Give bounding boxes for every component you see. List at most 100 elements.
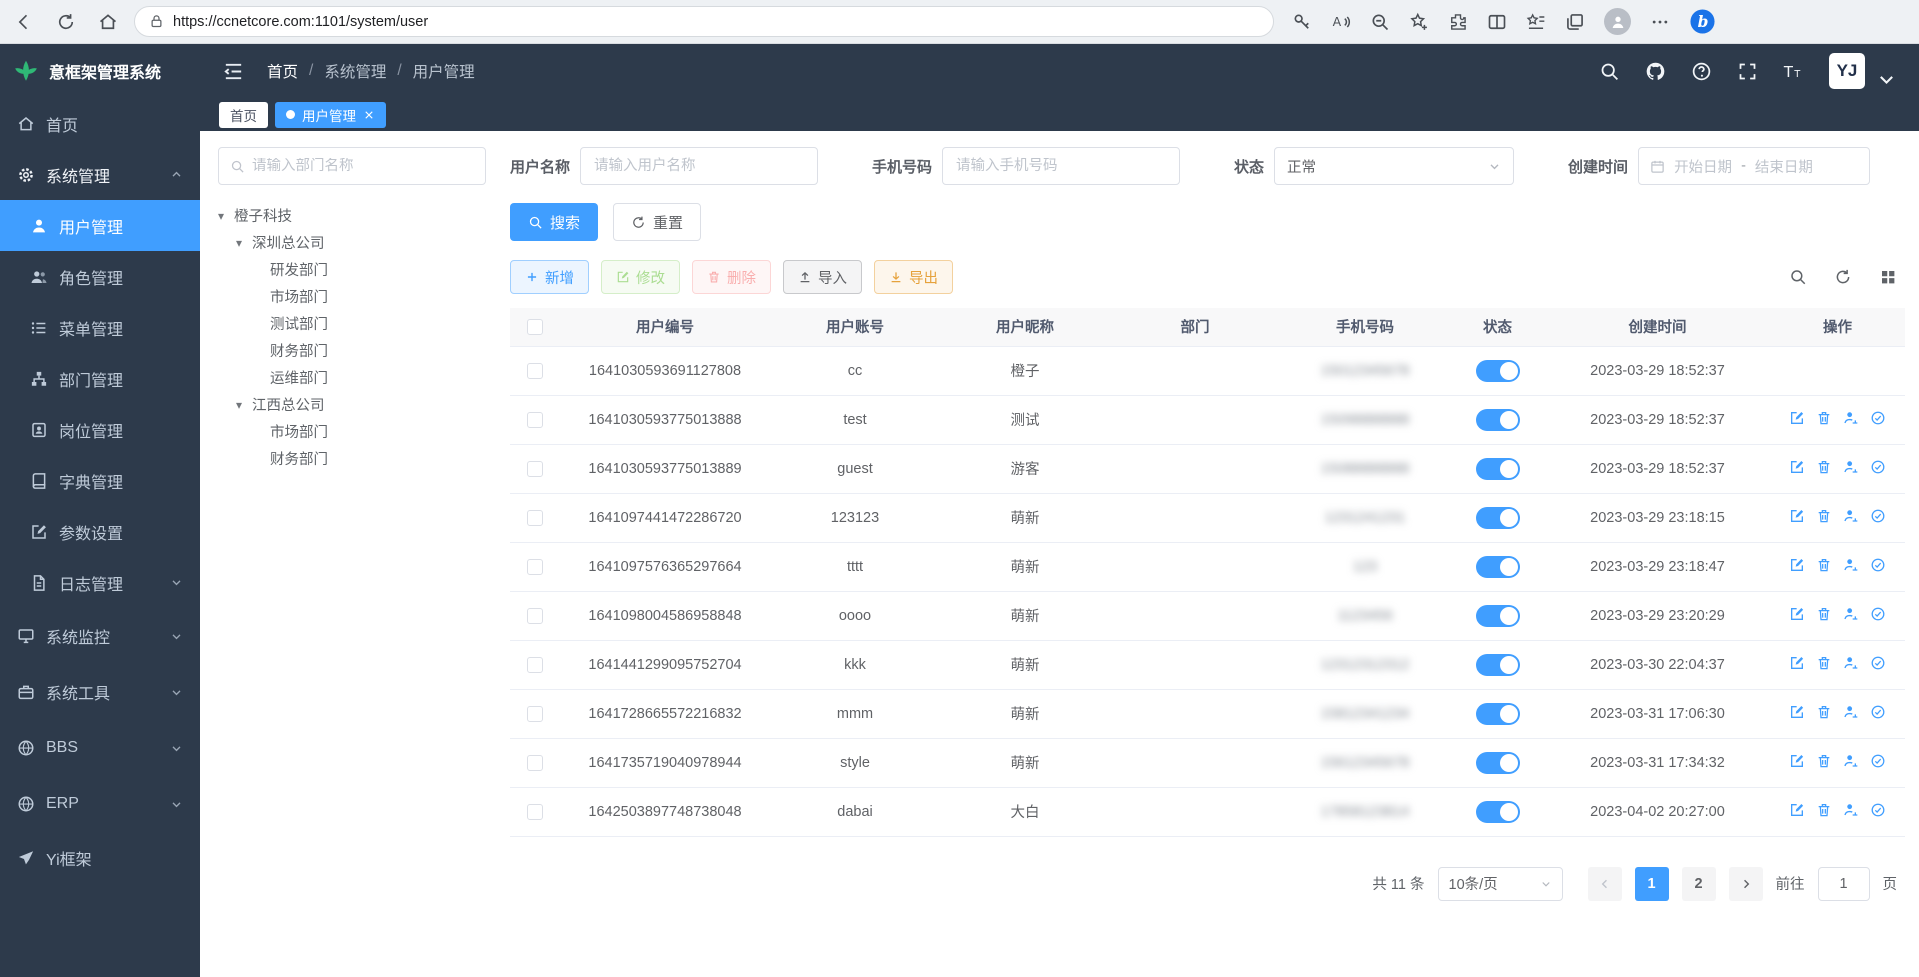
delete-row-button[interactable] <box>1816 753 1832 769</box>
edit-row-button[interactable] <box>1789 704 1805 720</box>
reset-password-button[interactable] <box>1843 557 1859 573</box>
delete-row-button[interactable] <box>1816 606 1832 622</box>
sidebar-item-yi[interactable]: Yi框架 <box>0 832 200 883</box>
table-search-icon[interactable] <box>1789 268 1807 286</box>
edit-row-button[interactable] <box>1789 753 1805 769</box>
select-all-checkbox[interactable] <box>527 319 543 335</box>
delete-row-button[interactable] <box>1816 410 1832 426</box>
sidebar-item-dept[interactable]: 部门管理 <box>0 353 200 404</box>
tree-node[interactable]: ▾财务部门 <box>218 337 486 364</box>
sidebar-item-menu[interactable]: 菜单管理 <box>0 302 200 353</box>
row-checkbox[interactable] <box>527 706 543 722</box>
reset-password-button[interactable] <box>1843 704 1859 720</box>
header-search-icon[interactable] <box>1599 61 1620 82</box>
browser-menu-dots-icon[interactable] <box>1650 12 1670 32</box>
sidebar-item-dict[interactable]: 字典管理 <box>0 455 200 506</box>
status-toggle[interactable] <box>1476 556 1520 578</box>
read-aloud-icon[interactable] <box>1331 12 1351 32</box>
sidebar-item-bbs[interactable]: BBS <box>0 720 200 776</box>
row-checkbox[interactable] <box>527 755 543 771</box>
status-toggle[interactable] <box>1476 654 1520 676</box>
status-toggle[interactable] <box>1476 507 1520 529</box>
prev-page-button[interactable] <box>1588 867 1622 901</box>
edit-row-button[interactable] <box>1789 802 1805 818</box>
favorite-add-icon[interactable] <box>1409 12 1429 32</box>
row-checkbox[interactable] <box>527 657 543 673</box>
reset-password-button[interactable] <box>1843 753 1859 769</box>
app-logo[interactable]: 意框架管理系统 <box>0 44 200 98</box>
date-range-picker[interactable]: 开始日期 - 结束日期 <box>1638 147 1870 185</box>
export-button[interactable]: 导出 <box>874 260 953 294</box>
delete-row-button[interactable] <box>1816 557 1832 573</box>
next-page-button[interactable] <box>1729 867 1763 901</box>
username-input[interactable] <box>580 147 818 185</box>
tree-caret-icon[interactable]: ▾ <box>236 236 252 250</box>
reset-password-button[interactable] <box>1843 802 1859 818</box>
reset-password-button[interactable] <box>1843 459 1859 475</box>
row-checkbox[interactable] <box>527 510 543 526</box>
sidebar-item-monitor[interactable]: 系统监控 <box>0 608 200 664</box>
tree-node[interactable]: ▾深圳总公司 <box>218 229 486 256</box>
font-size-icon[interactable] <box>1783 61 1804 82</box>
assign-role-button[interactable] <box>1870 410 1886 426</box>
sidebar-item-role[interactable]: 角色管理 <box>0 251 200 302</box>
phone-input[interactable] <box>942 147 1180 185</box>
edit-row-button[interactable] <box>1789 459 1805 475</box>
status-toggle[interactable] <box>1476 752 1520 774</box>
edit-row-button[interactable] <box>1789 606 1805 622</box>
user-avatar[interactable]: YJ <box>1829 53 1865 89</box>
browser-home-icon[interactable] <box>98 12 118 32</box>
split-screen-icon[interactable] <box>1487 12 1507 32</box>
modify-button[interactable]: 修改 <box>601 260 680 294</box>
row-checkbox[interactable] <box>527 608 543 624</box>
browser-back-icon[interactable] <box>14 12 34 32</box>
table-refresh-icon[interactable] <box>1834 268 1852 286</box>
assign-role-button[interactable] <box>1870 655 1886 671</box>
delete-row-button[interactable] <box>1816 459 1832 475</box>
row-checkbox[interactable] <box>527 461 543 477</box>
edit-row-button[interactable] <box>1789 508 1805 524</box>
bing-chat-button[interactable] <box>1689 8 1716 35</box>
edit-row-button[interactable] <box>1789 655 1805 671</box>
zoom-icon[interactable] <box>1370 12 1390 32</box>
delete-row-button[interactable] <box>1816 508 1832 524</box>
sidebar-item-tools[interactable]: 系统工具 <box>0 664 200 720</box>
sidebar-item-user[interactable]: 用户管理 <box>0 200 200 251</box>
fullscreen-icon[interactable] <box>1737 61 1758 82</box>
page-size-select[interactable]: 10条/页 <box>1438 867 1563 901</box>
tree-node[interactable]: ▾市场部门 <box>218 418 486 445</box>
tree-caret-icon[interactable]: ▾ <box>236 398 252 412</box>
sidebar-item-param[interactable]: 参数设置 <box>0 506 200 557</box>
breadcrumb-system[interactable]: 系统管理 <box>324 60 386 82</box>
page-button-1[interactable]: 1 <box>1635 867 1669 901</box>
reset-button[interactable]: 重置 <box>613 203 701 241</box>
tree-node[interactable]: ▾测试部门 <box>218 310 486 337</box>
row-checkbox[interactable] <box>527 804 543 820</box>
tab-user-management[interactable]: 用户管理 <box>275 102 386 128</box>
edit-row-button[interactable] <box>1789 410 1805 426</box>
github-icon[interactable] <box>1645 61 1666 82</box>
assign-role-button[interactable] <box>1870 606 1886 622</box>
delete-button[interactable]: 删除 <box>692 260 771 294</box>
search-button[interactable]: 搜索 <box>510 203 598 241</box>
add-button[interactable]: 新增 <box>510 260 589 294</box>
status-toggle[interactable] <box>1476 801 1520 823</box>
row-checkbox[interactable] <box>527 412 543 428</box>
assign-role-button[interactable] <box>1870 802 1886 818</box>
tab-close-icon[interactable] <box>363 109 375 121</box>
breadcrumb-home[interactable]: 首页 <box>267 60 298 82</box>
assign-role-button[interactable] <box>1870 704 1886 720</box>
import-button[interactable]: 导入 <box>783 260 862 294</box>
dept-search-input[interactable] <box>252 158 474 174</box>
collections-icon[interactable] <box>1565 12 1585 32</box>
delete-row-button[interactable] <box>1816 704 1832 720</box>
status-toggle[interactable] <box>1476 458 1520 480</box>
reset-password-button[interactable] <box>1843 606 1859 622</box>
tree-node[interactable]: ▾市场部门 <box>218 283 486 310</box>
browser-profile-avatar[interactable] <box>1604 8 1631 35</box>
reset-password-button[interactable] <box>1843 410 1859 426</box>
status-select[interactable]: 正常 <box>1274 147 1514 185</box>
sidebar-item-post[interactable]: 岗位管理 <box>0 404 200 455</box>
tree-node[interactable]: ▾运维部门 <box>218 364 486 391</box>
page-button-2[interactable]: 2 <box>1682 867 1716 901</box>
